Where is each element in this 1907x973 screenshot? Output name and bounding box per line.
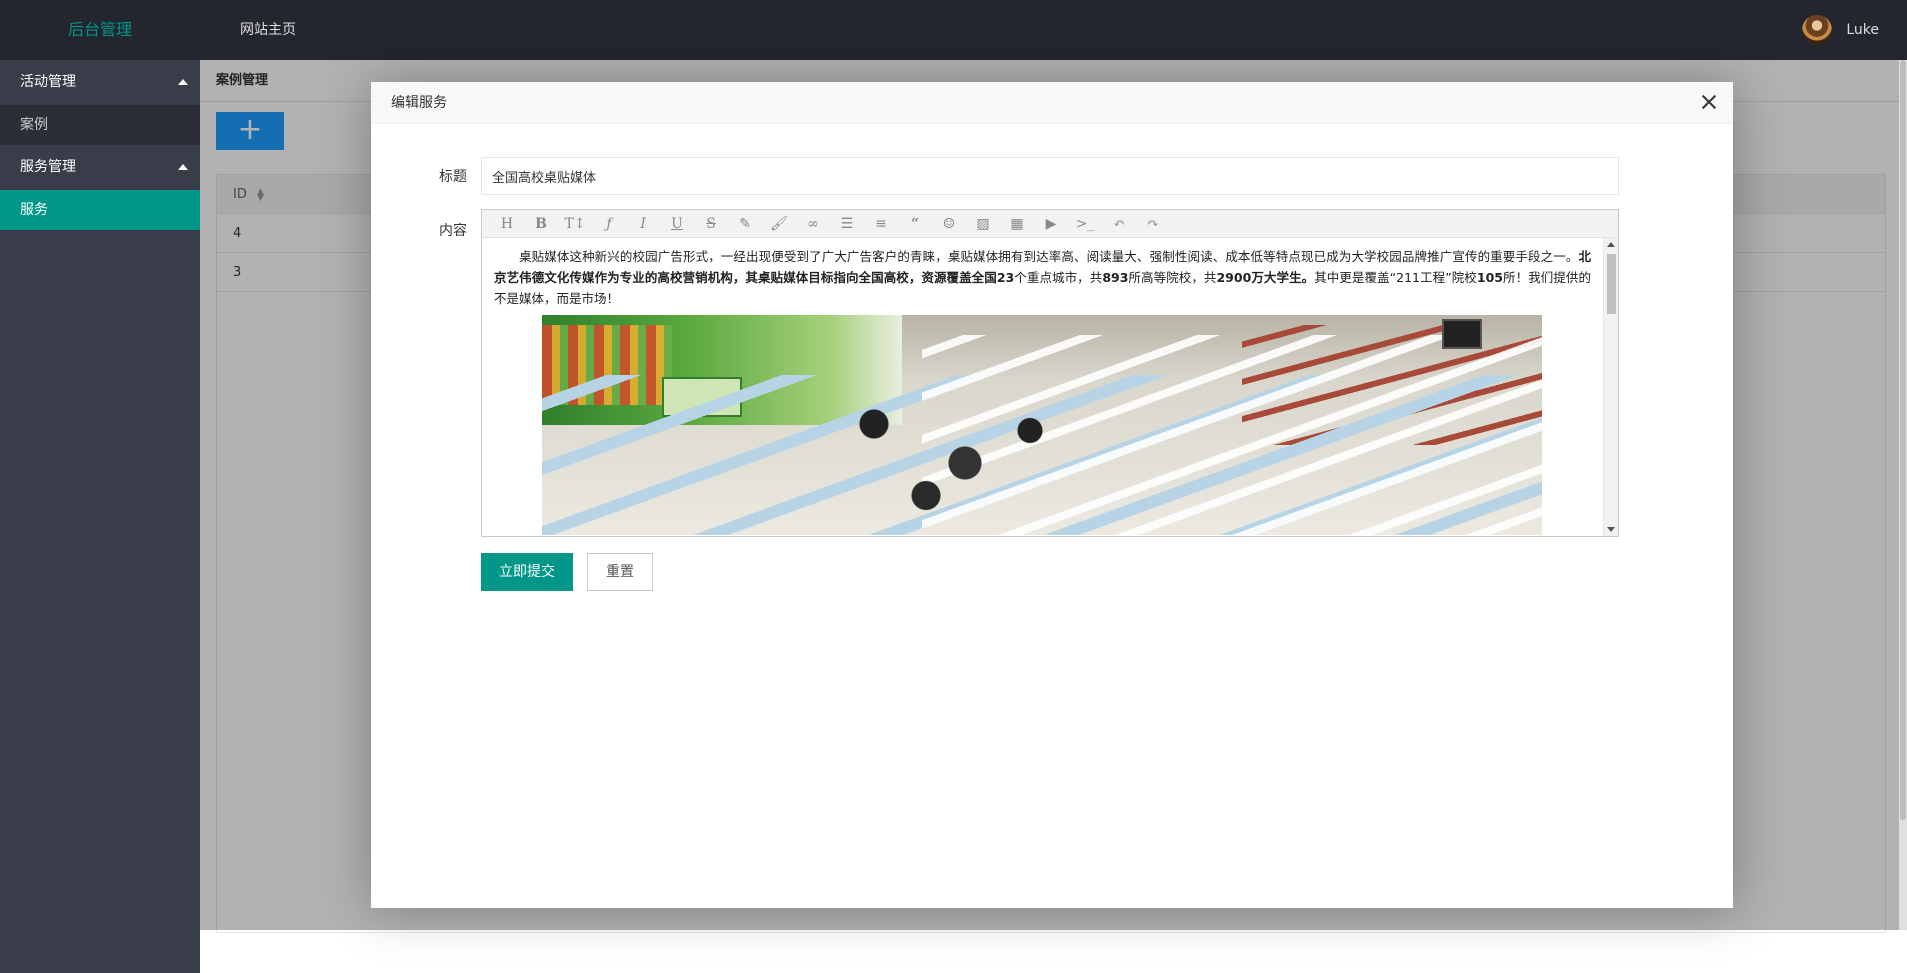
sidebar-item-service[interactable]: 服务 xyxy=(0,190,200,230)
content-field-label: 内容 xyxy=(439,223,467,239)
quote-icon[interactable]: “ xyxy=(898,210,932,238)
sidebar-group-label: 活动管理 xyxy=(20,74,76,90)
italic-icon[interactable]: I xyxy=(626,210,660,238)
table-icon[interactable]: ▦ xyxy=(1000,210,1034,238)
text-run: 桌贴媒体这种新兴的校园广告形式，一经出现便受到了广大广告客户的青睐，桌贴媒体拥有… xyxy=(519,249,1579,264)
scroll-up-icon[interactable] xyxy=(1607,242,1615,247)
avatar[interactable] xyxy=(1802,15,1833,45)
page-scrollbar-thumb[interactable] xyxy=(1900,60,1906,820)
nav-home-link[interactable]: 网站主页 xyxy=(240,0,296,60)
bold-icon[interactable]: B xyxy=(524,210,558,238)
number-highlight: 2900 xyxy=(1216,270,1252,285)
sidebar-item-cases[interactable]: 案例 xyxy=(0,105,200,145)
redo-icon[interactable]: ↷ xyxy=(1136,210,1170,238)
user-menu[interactable]: Luke xyxy=(1802,14,1879,46)
caret-up-icon xyxy=(178,164,188,170)
modal-title: 编辑服务 xyxy=(371,82,1733,124)
text-run: 所高等院校，共 xyxy=(1128,270,1217,285)
submit-button[interactable]: 立即提交 xyxy=(481,553,573,591)
photo-tv-screen xyxy=(1442,319,1482,349)
photo-students xyxy=(822,385,1082,515)
content-paragraph: 桌贴媒体这种新兴的校园广告形式，一经出现便受到了广大广告客户的青睐，桌贴媒体拥有… xyxy=(494,246,1591,309)
emoticon-icon[interactable]: ☺ xyxy=(932,210,966,238)
heading-icon[interactable]: H xyxy=(490,210,524,238)
editor-toolbar: H B T↕ ƒ I U S ✎ 🖌 ∞ ☰ ≡ “ ☺ ▨ ▦ ▶ >_ ↶ … xyxy=(482,210,1618,238)
editor-scrollbar[interactable] xyxy=(1603,238,1618,536)
cafeteria-photo[interactable] xyxy=(542,315,1542,535)
image-icon[interactable]: ▨ xyxy=(966,210,1000,238)
text-run: 其中更是覆盖“211工程”院校 xyxy=(1314,270,1477,285)
strikethrough-icon[interactable]: S xyxy=(694,210,728,238)
underline-icon[interactable]: U xyxy=(660,210,694,238)
backcolor-icon[interactable]: 🖌 xyxy=(762,210,796,238)
number-highlight: 893 xyxy=(1102,270,1129,285)
editor-content[interactable]: 桌贴媒体这种新兴的校园广告形式，一经出现便受到了广大广告客户的青睐，桌贴媒体拥有… xyxy=(482,238,1603,536)
text-run: 个重点城市，共 xyxy=(1014,270,1103,285)
edit-service-modal: 编辑服务 标题 内容 H B T↕ ƒ I U S ✎ 🖌 ∞ ☰ ≡ “ ☺ … xyxy=(371,82,1733,908)
title-input[interactable] xyxy=(481,157,1619,195)
font-family-icon[interactable]: ƒ xyxy=(592,210,626,238)
link-icon[interactable]: ∞ xyxy=(796,210,830,238)
forecolor-icon[interactable]: ✎ xyxy=(728,210,762,238)
app-logo[interactable]: 后台管理 xyxy=(0,0,200,60)
title-field-label: 标题 xyxy=(439,169,467,185)
video-icon[interactable]: ▶ xyxy=(1034,210,1068,238)
user-name[interactable]: Luke xyxy=(1846,22,1879,38)
scroll-down-icon[interactable] xyxy=(1607,527,1615,532)
align-icon[interactable]: ≡ xyxy=(864,210,898,238)
caret-up-icon xyxy=(178,79,188,85)
undo-icon[interactable]: ↶ xyxy=(1102,210,1136,238)
sidebar-group-activity[interactable]: 活动管理 xyxy=(0,60,200,105)
font-size-icon[interactable]: T↕ xyxy=(558,210,592,238)
text-run-bold: 万大学生。 xyxy=(1251,270,1315,285)
sidebar: 活动管理 案例 服务管理 服务 xyxy=(0,60,200,973)
sidebar-group-label: 服务管理 xyxy=(20,159,76,175)
number-highlight: 105 xyxy=(1476,270,1503,285)
reset-button[interactable]: 重置 xyxy=(587,553,653,591)
code-icon[interactable]: >_ xyxy=(1068,210,1102,238)
top-header: 后台管理 网站主页 Luke xyxy=(0,0,1907,60)
editor-scrollbar-thumb[interactable] xyxy=(1607,254,1616,314)
sidebar-group-service[interactable]: 服务管理 xyxy=(0,145,200,190)
list-icon[interactable]: ☰ xyxy=(830,210,864,238)
rich-text-editor: H B T↕ ƒ I U S ✎ 🖌 ∞ ☰ ≡ “ ☺ ▨ ▦ ▶ >_ ↶ … xyxy=(481,209,1619,537)
number-highlight: 23 xyxy=(996,270,1015,285)
close-icon[interactable] xyxy=(1699,92,1719,112)
